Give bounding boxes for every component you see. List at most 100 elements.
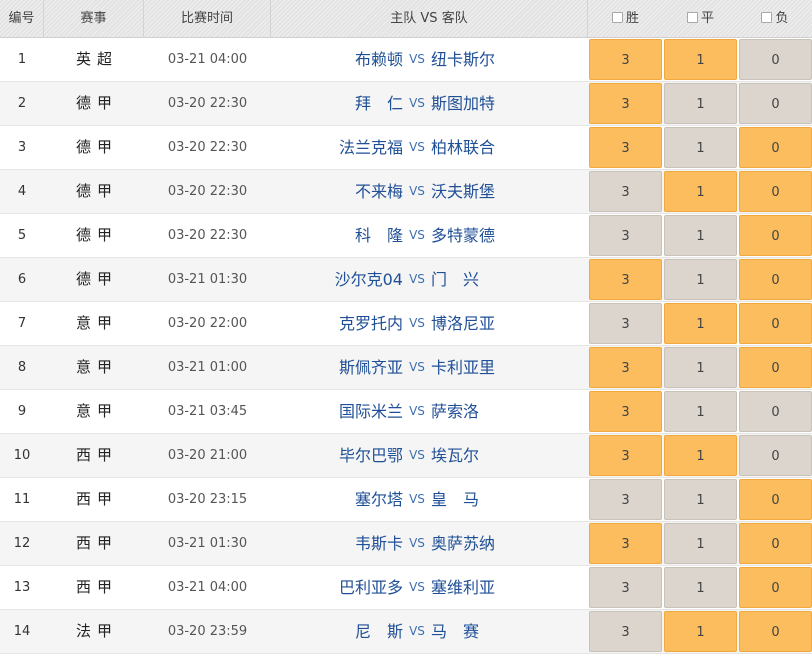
odds-lose-button[interactable]: 0 <box>739 215 812 256</box>
table-row: 1 英超 03-21 04:00 布赖顿 VS 纽卡斯尔 3 1 0 <box>0 38 812 82</box>
odds-draw-button[interactable]: 1 <box>664 479 737 520</box>
match-time: 03-20 22:30 <box>167 184 248 199</box>
odds-lose-button[interactable]: 0 <box>739 259 812 300</box>
league-name: 西甲 <box>75 490 118 508</box>
away-team: 门 兴 <box>431 270 480 289</box>
odds-win-button[interactable]: 3 <box>589 523 662 564</box>
odds-win-button[interactable]: 3 <box>589 259 662 300</box>
odds-draw-button[interactable]: 1 <box>664 259 737 300</box>
odds-draw-button[interactable]: 1 <box>664 171 737 212</box>
odds-lose-button[interactable]: 0 <box>739 567 812 608</box>
away-team: 卡利亚里 <box>431 358 496 377</box>
odds-draw-button[interactable]: 1 <box>664 215 737 256</box>
odds-win-button[interactable]: 3 <box>589 567 662 608</box>
header-win-toggle[interactable]: 胜 <box>588 0 663 38</box>
table-header: 编号 赛事 比赛时间 主队 VS 客队 胜 平 负 <box>0 0 812 38</box>
match-time: 03-20 22:30 <box>167 228 248 243</box>
odds-lose-button[interactable]: 0 <box>739 479 812 520</box>
odds-draw-button[interactable]: 1 <box>664 611 737 652</box>
odds-win-button[interactable]: 3 <box>589 127 662 168</box>
match-time: 03-20 23:15 <box>167 492 248 507</box>
header-lose-toggle[interactable]: 负 <box>738 0 812 38</box>
vs-label: VS <box>409 404 425 418</box>
match-number: 4 <box>17 184 27 199</box>
league-name: 德甲 <box>75 226 118 244</box>
odds-draw-button[interactable]: 1 <box>664 391 737 432</box>
odds-win-button[interactable]: 3 <box>589 611 662 652</box>
home-team: 布赖顿 <box>354 50 403 69</box>
odds-lose-button[interactable]: 0 <box>739 391 812 432</box>
odds-win-button[interactable]: 3 <box>589 83 662 124</box>
table-row: 3 德甲 03-20 22:30 法兰克福 VS 柏林联合 3 1 0 <box>0 126 812 170</box>
odds-win-button[interactable]: 3 <box>589 215 662 256</box>
vs-label: VS <box>409 140 425 154</box>
league-name: 德甲 <box>75 94 118 112</box>
match-number: 14 <box>13 624 31 639</box>
odds-lose-button[interactable]: 0 <box>739 171 812 212</box>
odds-win-button[interactable]: 3 <box>589 39 662 80</box>
vs-label: VS <box>409 624 425 638</box>
match-time: 03-21 04:00 <box>167 580 248 595</box>
match-number: 7 <box>17 316 27 331</box>
match-number: 6 <box>17 272 27 287</box>
odds-lose-button[interactable]: 0 <box>739 127 812 168</box>
odds-draw-button[interactable]: 1 <box>664 523 737 564</box>
league-name: 德甲 <box>75 138 118 156</box>
table-row: 2 德甲 03-20 22:30 拜 仁 VS 斯图加特 3 1 0 <box>0 82 812 126</box>
vs-label: VS <box>409 272 425 286</box>
odds-draw-button[interactable]: 1 <box>664 303 737 344</box>
home-team: 尼 斯 <box>354 622 403 641</box>
lottery-match-table: 编号 赛事 比赛时间 主队 VS 客队 胜 平 负 1 英超 03-21 04:00… <box>0 0 812 661</box>
odds-lose-button[interactable]: 0 <box>739 523 812 564</box>
odds-lose-button[interactable]: 0 <box>739 83 812 124</box>
odds-draw-button[interactable]: 1 <box>664 127 737 168</box>
match-number: 11 <box>13 492 31 507</box>
odds-lose-button[interactable]: 0 <box>739 347 812 388</box>
odds-win-button[interactable]: 3 <box>589 171 662 212</box>
vs-label: VS <box>409 52 425 66</box>
odds-draw-button[interactable]: 1 <box>664 83 737 124</box>
table-row: 12 西甲 03-21 01:30 韦斯卡 VS 奥萨苏纳 3 1 0 <box>0 522 812 566</box>
vs-label: VS <box>409 96 425 110</box>
match-time: 03-20 22:00 <box>167 316 248 331</box>
table-row: 5 德甲 03-20 22:30 科 隆 VS 多特蒙德 3 1 0 <box>0 214 812 258</box>
match-number: 2 <box>17 96 27 111</box>
odds-draw-button[interactable]: 1 <box>664 347 737 388</box>
odds-win-button[interactable]: 3 <box>589 391 662 432</box>
away-team: 萨索洛 <box>431 402 480 421</box>
home-team: 克罗托内 <box>338 314 403 333</box>
match-time: 03-21 01:00 <box>167 360 248 375</box>
odds-lose-button[interactable]: 0 <box>739 39 812 80</box>
header-teams: 主队 VS 客队 <box>271 0 588 38</box>
odds-win-button[interactable]: 3 <box>589 347 662 388</box>
odds-win-button[interactable]: 3 <box>589 435 662 476</box>
away-team: 皇 马 <box>431 490 480 509</box>
odds-draw-button[interactable]: 1 <box>664 435 737 476</box>
odds-draw-button[interactable]: 1 <box>664 39 737 80</box>
league-name: 德甲 <box>75 182 118 200</box>
home-team: 毕尔巴鄂 <box>338 446 403 465</box>
draw-checkbox[interactable] <box>686 12 698 23</box>
win-checkbox[interactable] <box>611 12 623 23</box>
header-draw-label: 平 <box>700 11 714 26</box>
header-draw-toggle[interactable]: 平 <box>663 0 738 38</box>
away-team: 沃夫斯堡 <box>431 182 496 201</box>
odds-lose-button[interactable]: 0 <box>739 611 812 652</box>
home-team: 韦斯卡 <box>354 534 403 553</box>
table-row: 6 德甲 03-21 01:30 沙尔克04 VS 门 兴 310 <box>0 258 812 302</box>
home-team: 沙尔克04 <box>334 270 403 289</box>
odds-win-button[interactable]: 3 <box>589 303 662 344</box>
league-name: 西甲 <box>75 578 118 596</box>
match-time: 03-20 22:30 <box>167 140 248 155</box>
match-time: 03-20 23:59 <box>167 624 248 639</box>
header-win-label: 胜 <box>625 11 639 26</box>
away-team: 柏林联合 <box>431 138 496 157</box>
home-team: 法兰克福 <box>338 138 403 157</box>
lose-checkbox[interactable] <box>761 12 773 23</box>
odds-lose-button[interactable]: 0 <box>739 303 812 344</box>
odds-draw-button[interactable]: 1 <box>664 567 737 608</box>
odds-win-button[interactable]: 3 <box>589 479 662 520</box>
odds-lose-button[interactable]: 0 <box>739 435 812 476</box>
match-time: 03-21 04:00 <box>167 52 248 67</box>
header-match-time: 比赛时间 <box>144 0 271 38</box>
